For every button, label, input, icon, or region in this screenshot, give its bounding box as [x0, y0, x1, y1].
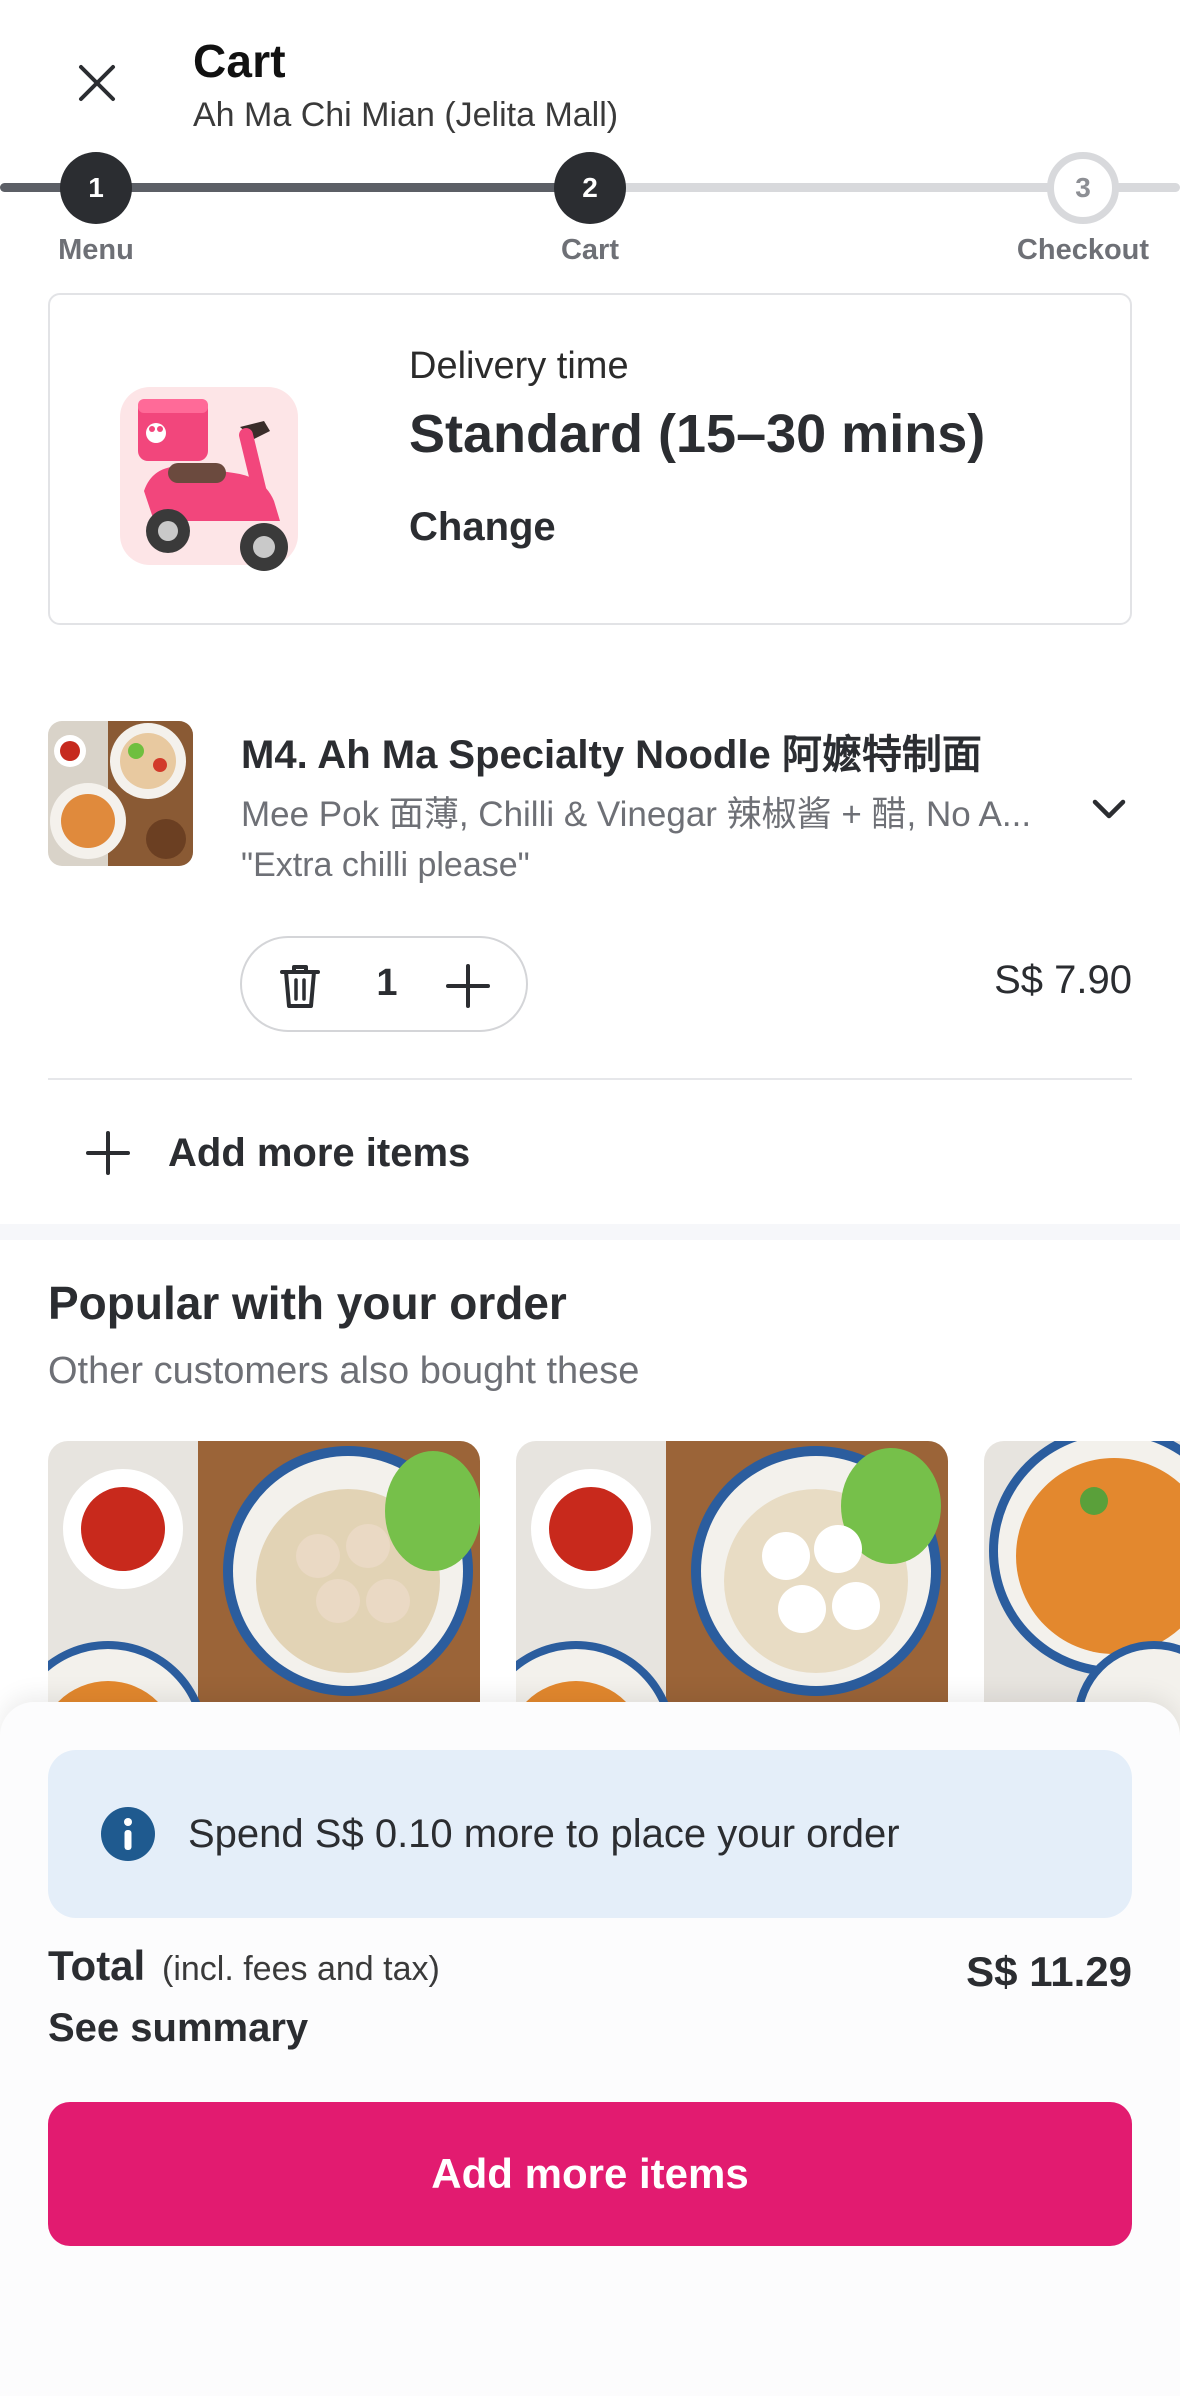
item-name: M4. Ah Ma Specialty Noodle 阿嬷特制面: [241, 733, 982, 777]
total-note: (incl. fees and tax): [162, 1950, 440, 1988]
total-value: S$ 11.29: [966, 1948, 1132, 1995]
info-icon: [101, 1807, 155, 1861]
step-menu-label: Menu: [58, 234, 134, 266]
step-menu-dot[interactable]: 1: [60, 152, 132, 224]
see-summary-link[interactable]: See summary: [48, 2006, 308, 2051]
popular-section-title: Popular with your order: [48, 1277, 567, 1329]
chevron-down-icon[interactable]: [1087, 790, 1131, 830]
close-icon: [79, 65, 115, 101]
popular-item-card[interactable]: [516, 1441, 948, 1741]
quantity-value: 1: [376, 962, 398, 1004]
popular-item-card[interactable]: [984, 1441, 1180, 1741]
popular-item-card[interactable]: [48, 1441, 480, 1741]
delivery-time-label: Delivery time: [409, 345, 629, 387]
step-cart-label: Cart: [560, 234, 619, 266]
item-price: S$ 7.90: [994, 958, 1132, 1002]
add-more-items-button[interactable]: Add more items: [48, 2102, 1132, 2246]
close-button[interactable]: [66, 52, 128, 114]
step-checkout-label: Checkout: [1016, 234, 1150, 266]
step-checkout-dot: 3: [1047, 152, 1119, 224]
cart-summary-sheet: Spend S$ 0.10 more to place your order T…: [0, 1702, 1180, 2396]
minimum-order-text: Spend S$ 0.10 more to place your order: [188, 1811, 900, 1856]
quantity-stepper: 1: [240, 936, 528, 1032]
trash-icon[interactable]: [272, 958, 328, 1014]
item-note: "Extra chilli please": [241, 846, 530, 884]
delivery-time-value: Standard (15–30 mins): [409, 404, 986, 464]
scooter-icon: [120, 387, 298, 571]
step-cart-dot: 2: [554, 152, 626, 224]
add-more-items-link[interactable]: Add more items: [80, 1118, 470, 1188]
change-delivery-button[interactable]: Change: [409, 505, 556, 550]
plus-icon[interactable]: [440, 958, 496, 1014]
divider: [48, 1078, 1132, 1080]
header: Cart Ah Ma Chi Mian (Jelita Mall): [0, 0, 1180, 140]
item-options: Mee Pok 面薄, Chilli & Vinegar 辣椒酱 + 醋, No…: [241, 795, 1032, 834]
restaurant-name: Ah Ma Chi Mian (Jelita Mall): [193, 96, 619, 134]
popular-section-subtitle: Other customers also bought these: [48, 1350, 640, 1392]
page-title: Cart: [193, 35, 286, 87]
item-image: [48, 721, 193, 866]
checkout-stepper: 1 Menu 2 Cart 3 Checkout: [0, 148, 1180, 273]
add-more-items-label: Add more items: [168, 1130, 471, 1175]
delivery-time-card: Delivery time Standard (15–30 mins) Chan…: [48, 293, 1132, 625]
section-divider: [0, 1224, 1180, 1240]
plus-icon: [86, 1131, 130, 1175]
total-label: Total: [48, 1942, 146, 1989]
minimum-order-banner: Spend S$ 0.10 more to place your order: [48, 1750, 1132, 1918]
